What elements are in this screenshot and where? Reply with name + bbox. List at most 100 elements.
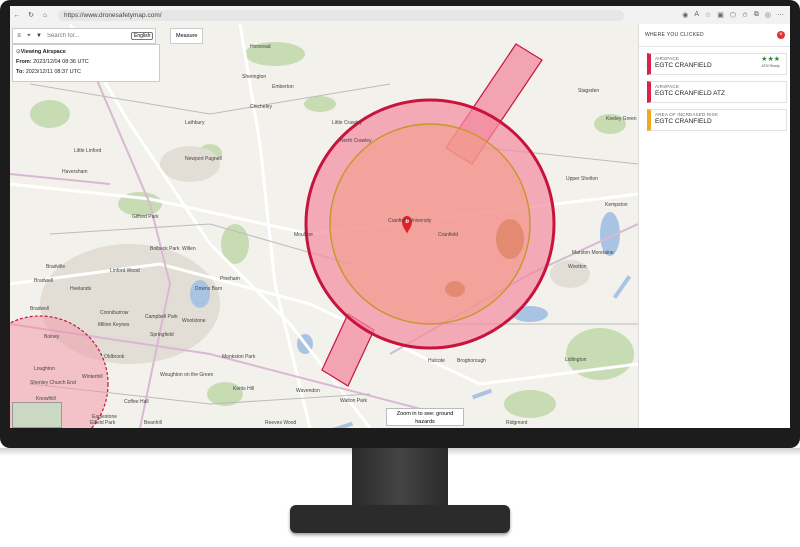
place-label: Cranfield (438, 232, 459, 238)
place-label: Brogborough (457, 358, 486, 364)
place-label: Bradwell (30, 306, 50, 312)
place-label: Cranfield University (388, 218, 432, 224)
result-category: AREA OF INCREASED RISK (655, 112, 719, 117)
menu-icon[interactable]: ≡ (15, 33, 23, 39)
place-label: Wavendon (296, 388, 320, 394)
map-canvas[interactable]: HorsreadOlneySheringtonEmbertonChicheley… (10, 24, 638, 428)
airspace-result-item[interactable]: AIRSPACE EGTC CRANFIELD ★★★ ATM Ready (647, 53, 787, 75)
browser-extension-icons: ◉ A ☆ ▣ ⬡ ✩ ⧉ ◎ ⋯ (682, 11, 790, 19)
copilot-icon[interactable]: ◎ (765, 11, 771, 19)
place-label: Kempston (605, 202, 628, 208)
split-screen-icon[interactable]: ▣ (717, 11, 724, 19)
screen: ← ↻ ⌂ https://www.dronesafetymap.com/ ◉ … (10, 6, 790, 428)
monitor-stand-base (290, 505, 510, 533)
language-select[interactable]: English (131, 32, 154, 40)
place-label: Moulsoe (294, 232, 313, 238)
place-label: Sherington (242, 74, 267, 80)
place-label: Walton Park (340, 398, 368, 404)
locate-icon[interactable]: ⌖ (25, 33, 33, 40)
address-bar-url: https://www.dronesafetymap.com/ (64, 11, 162, 19)
place-label: Chicheley (250, 104, 272, 110)
close-icon[interactable]: × (777, 31, 785, 39)
place-label: Bradwell (34, 278, 54, 284)
map-graphics (10, 24, 638, 428)
place-label: Horsread (250, 44, 271, 50)
place-label: Marston Moretaine (572, 250, 614, 256)
cranfield-base-area (496, 219, 524, 259)
place-label: Linford Wood (110, 268, 140, 274)
place-label: Ridgmont (506, 420, 528, 426)
viewing-airspace-box: ⊙Viewing Airspace From: 2023/12/04 08:36… (12, 44, 160, 82)
browser-toolbar: ← ↻ ⌂ https://www.dronesafetymap.com/ ◉ … (10, 6, 790, 25)
airspace-result-item[interactable]: AREA OF INCREASED RISK EGTC CRANFIELD (647, 109, 787, 131)
read-aloud-icon[interactable]: A (694, 11, 699, 19)
favorites-icon[interactable]: ✩ (742, 11, 748, 19)
place-label: Milton Keynes (98, 322, 130, 328)
place-label: Willen (182, 246, 196, 252)
to-label: To: (16, 69, 25, 75)
collections-icon[interactable]: ⧉ (754, 11, 759, 19)
place-label: Woolstone (182, 318, 206, 324)
panel-title: WHERE YOU CLICKED (645, 32, 704, 38)
back-icon[interactable]: ← (10, 12, 24, 19)
where-you-clicked-panel: WHERE YOU CLICKED × AIRSPACE EGTC CRANFIE… (638, 24, 790, 428)
result-name: EGTC CRANFIELD (655, 118, 712, 125)
more-menu-icon[interactable]: ⋯ (777, 11, 784, 19)
cranfield-village-area (445, 281, 465, 297)
layer-thumbnail[interactable] (12, 402, 62, 428)
filter-icon[interactable]: ▼ (35, 33, 43, 39)
place-label: Hulcote (428, 358, 445, 364)
place-label: Keeley Green (606, 116, 637, 122)
to-value: 2023/12/11 08:37 UTC (25, 69, 81, 75)
place-label: Coffee Hall (124, 399, 149, 405)
star-note: ATM Ready (761, 64, 780, 68)
home-icon[interactable]: ⌂ (38, 12, 52, 19)
panel-header: WHERE YOU CLICKED × (639, 24, 790, 47)
from-label: From: (16, 59, 32, 65)
place-label: Newport Pagnell (185, 156, 222, 162)
place-label: Oldbrook (104, 354, 125, 360)
favorite-star-icon[interactable]: ☆ (705, 11, 711, 19)
place-label: Gifford Park (132, 214, 159, 220)
airspace-result-item[interactable]: AIRSPACE EGTC CRANFIELD ATZ (647, 81, 787, 103)
rating-stars: ★★★ ATM Ready (761, 56, 780, 70)
place-label: Woughton on the Green (160, 372, 214, 378)
search-input[interactable] (45, 31, 129, 41)
place-label: Pineham (220, 276, 240, 282)
place-label: Little Linford (74, 148, 102, 154)
place-label: North Crawley (340, 138, 372, 144)
zoom-message: Zoom in to see: ground hazards (386, 408, 464, 426)
address-bar[interactable]: https://www.dronesafetymap.com/ (58, 9, 624, 21)
place-label: Elfield Park (90, 420, 116, 426)
viewing-title: Viewing Airspace (20, 49, 66, 55)
place-label: Shenley Church End (30, 380, 76, 386)
place-label: Emberton (272, 84, 294, 90)
place-label: Beanhill (144, 420, 162, 426)
place-label: Kents Hill (233, 386, 255, 392)
place-label: Stagsden (578, 88, 600, 94)
place-label: Campbell Park (145, 314, 178, 320)
location-icon[interactable]: ◉ (682, 11, 688, 19)
reload-icon[interactable]: ↻ (24, 11, 38, 19)
place-label: Reeves Wood (265, 420, 297, 426)
place-label: Loughton (34, 366, 55, 372)
place-label: Winterhill (82, 374, 103, 380)
monitor-stand-neck (352, 448, 448, 510)
place-label: Wootton (568, 264, 587, 270)
cranfield-atz-ring (329, 123, 531, 325)
map-search-toolbar: ≡ ⌖ ▼ English (12, 28, 157, 44)
place-label: Upper Shelton (566, 176, 598, 182)
place-label: Downs Barn (195, 286, 223, 292)
extensions-icon[interactable]: ⬡ (730, 11, 736, 19)
stars-icon: ★★★ (761, 56, 780, 63)
place-label: Monkston Park (222, 354, 256, 360)
place-label: Heelands (70, 286, 92, 292)
place-label: Bolbeck Park (150, 246, 180, 252)
place-label: Bradville (46, 264, 66, 270)
measure-button[interactable]: Measure (170, 28, 204, 44)
from-value: 2023/12/04 08:36 UTC (33, 59, 89, 65)
panel-items: AIRSPACE EGTC CRANFIELD ★★★ ATM Ready AIRSPA… (639, 53, 790, 131)
result-name: EGTC CRANFIELD ATZ (655, 90, 725, 97)
place-label: Little Crawley (332, 120, 363, 126)
place-label: Haversham (62, 169, 88, 175)
